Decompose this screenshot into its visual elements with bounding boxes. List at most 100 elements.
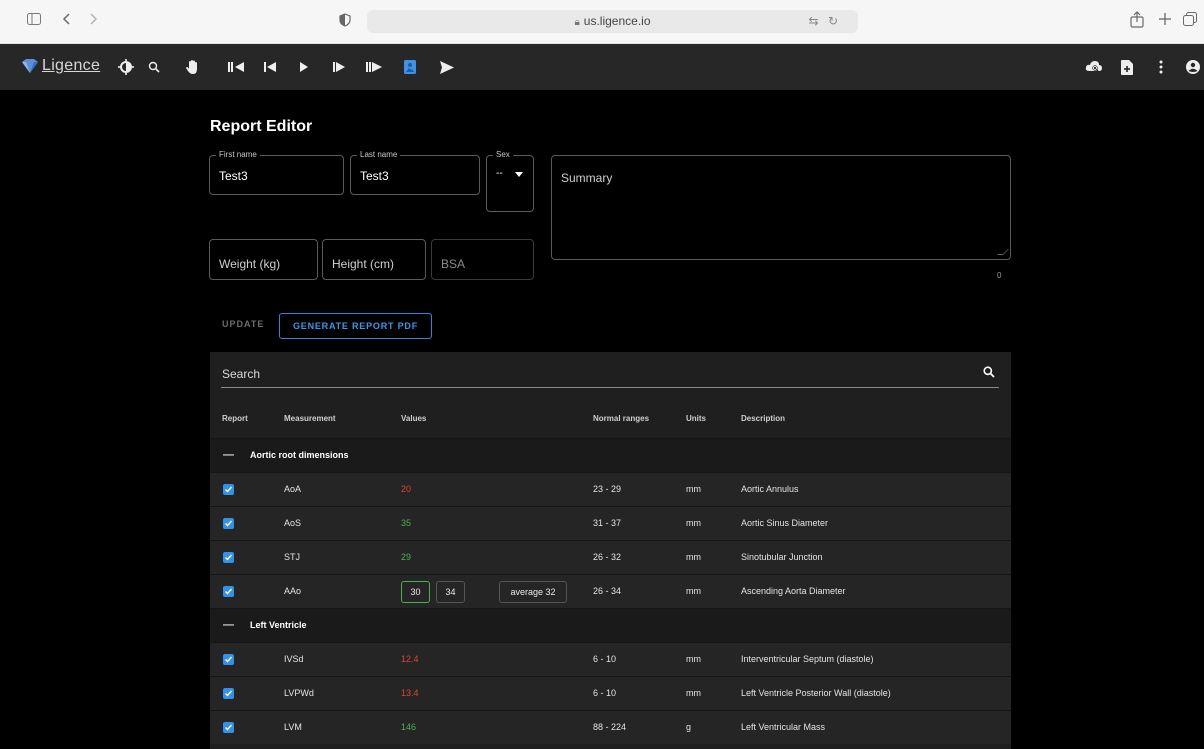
normal-range: 6 - 10	[593, 654, 617, 664]
last-name-field[interactable]: Last name Test3	[350, 150, 480, 195]
search-input[interactable]: Search	[222, 367, 260, 381]
normal-range: 6 - 10	[593, 688, 617, 698]
first-name-field[interactable]: First name Test3	[209, 150, 344, 195]
normal-range: 26 - 32	[593, 552, 622, 562]
privacy-shield-icon[interactable]	[339, 13, 351, 31]
update-button[interactable]: UPDATE	[222, 319, 264, 329]
last-frame-icon[interactable]	[366, 57, 382, 77]
col-normal-ranges: Normal ranges	[593, 414, 650, 423]
measurement-value: 146	[401, 722, 417, 732]
col-values: Values	[401, 414, 427, 423]
page-title: Report Editor	[210, 118, 313, 135]
table-group-row[interactable]: — Aortic root dimensions	[210, 438, 1011, 472]
tab-overview-icon[interactable]	[1183, 12, 1197, 30]
measurements-panel: Search Report Measurement Values Normal …	[210, 352, 1011, 749]
height-placeholder: Height (cm)	[332, 257, 395, 271]
description: Ascending Aorta Diameter	[741, 586, 846, 596]
description: Sinotubular Junction	[741, 552, 823, 562]
logo-gem-icon	[20, 58, 40, 74]
table-row: IVSd 12.4 6 - 10 mm Interventricular Sep…	[210, 642, 1011, 676]
units: mm	[686, 688, 701, 698]
measurement-name: LVM	[284, 722, 302, 732]
table-group-row[interactable]: — Left Ventricle	[210, 608, 1011, 642]
search-icon[interactable]	[983, 365, 995, 383]
reload-icon[interactable]: ↻	[828, 14, 838, 28]
play-icon[interactable]	[300, 57, 308, 77]
collapse-icon[interactable]: —	[223, 619, 234, 631]
units: mm	[686, 586, 701, 596]
col-measurement: Measurement	[284, 414, 336, 423]
last-name-value: Test3	[360, 169, 389, 183]
report-checkbox[interactable]	[223, 552, 234, 563]
logo[interactable]: Ligence	[20, 57, 100, 75]
description: Left Ventricle Posterior Wall (diastole)	[741, 688, 891, 698]
measurement-value: 13.4	[401, 688, 419, 698]
summary-placeholder: Summary	[561, 171, 613, 185]
table-row: LVM 146 88 - 224 g Left Ventricular Mass	[210, 710, 1011, 744]
previous-frame-icon[interactable]	[264, 57, 276, 77]
add-document-icon[interactable]	[1121, 57, 1133, 77]
table-row: STJ 29 26 - 32 mm Sinotubular Junction	[210, 540, 1011, 574]
address-url: us.ligence.io	[583, 14, 651, 28]
pan-hand-icon[interactable]	[185, 57, 201, 77]
table-row: AoS 35 31 - 37 mm Aortic Sinus Diameter	[210, 506, 1011, 540]
height-field[interactable]: Height (cm)	[322, 239, 426, 280]
generate-report-pdf-button[interactable]: GENERATE REPORT PDF	[279, 313, 432, 339]
col-report: Report	[222, 414, 248, 423]
units: mm	[686, 654, 701, 664]
sex-value: --	[496, 168, 503, 179]
report-checkbox[interactable]	[223, 654, 234, 665]
description: Left Ventricular Mass	[741, 722, 826, 732]
share-icon[interactable]	[1130, 11, 1144, 32]
sex-select[interactable]: Sex --	[486, 150, 534, 212]
report-checkbox[interactable]	[223, 586, 234, 597]
logo-text: Ligence	[42, 57, 101, 74]
table-row: LVPWd 13.4 6 - 10 mm Left Ventricle Post…	[210, 676, 1011, 710]
more-vertical-icon[interactable]	[1159, 57, 1163, 77]
collapse-icon[interactable]: —	[223, 449, 234, 461]
contrast-icon[interactable]	[118, 57, 134, 77]
normal-range: 88 - 224	[593, 722, 627, 732]
measurement-name: AoA	[284, 484, 302, 494]
value-chip[interactable]: 34	[436, 581, 465, 603]
table-header: Report Measurement Values Normal ranges …	[210, 400, 1011, 438]
measurement-name: IVSd	[284, 654, 304, 664]
report-checkbox[interactable]	[223, 484, 234, 495]
translate-icon[interactable]: ⇆	[809, 14, 819, 28]
report-editor: Report Editor First name Test3 Last name…	[0, 90, 1204, 749]
sidebar-toggle-icon[interactable]	[27, 13, 41, 29]
description: Aortic Sinus Diameter	[741, 518, 829, 528]
average-value-chip[interactable]: average 32	[499, 581, 567, 603]
description: Interventricular Septum (diastole)	[741, 654, 874, 664]
forward-icon[interactable]	[90, 13, 98, 29]
value-chip[interactable]: 30	[401, 581, 430, 603]
description: Aortic Annulus	[741, 484, 799, 494]
report-checkbox[interactable]	[223, 688, 234, 699]
next-frame-icon[interactable]	[333, 57, 345, 77]
report-checkbox[interactable]	[223, 722, 234, 733]
measurement-value: 29	[401, 552, 412, 562]
normal-range: 23 - 29	[593, 484, 622, 494]
image-mode-icon[interactable]	[404, 57, 416, 77]
report-checkbox[interactable]	[223, 518, 234, 529]
weight-field[interactable]: Weight (kg)	[209, 239, 318, 280]
back-icon[interactable]	[62, 13, 70, 29]
summary-textarea[interactable]: Summary	[551, 155, 1011, 260]
first-name-label: First name	[216, 150, 260, 160]
account-icon[interactable]	[1186, 57, 1200, 77]
units: mm	[686, 552, 701, 562]
first-frame-icon[interactable]	[228, 57, 244, 77]
last-name-label: Last name	[357, 150, 401, 160]
cloud-search-icon[interactable]	[1085, 57, 1103, 77]
new-tab-icon[interactable]	[1158, 12, 1172, 30]
first-name-value: Test3	[219, 169, 248, 183]
measurement-name: AoS	[284, 518, 302, 528]
group-name: Aortic root dimensions	[250, 450, 349, 460]
zoom-icon[interactable]	[148, 57, 160, 77]
send-icon[interactable]	[440, 57, 454, 77]
normal-range: 31 - 37	[593, 518, 622, 528]
col-description: Description	[741, 414, 786, 423]
resize-handle-icon[interactable]	[997, 249, 1009, 255]
units: g	[686, 722, 692, 732]
address-bar[interactable]: 🔒︎ us.ligence.io ⇆ ↻	[367, 10, 858, 33]
